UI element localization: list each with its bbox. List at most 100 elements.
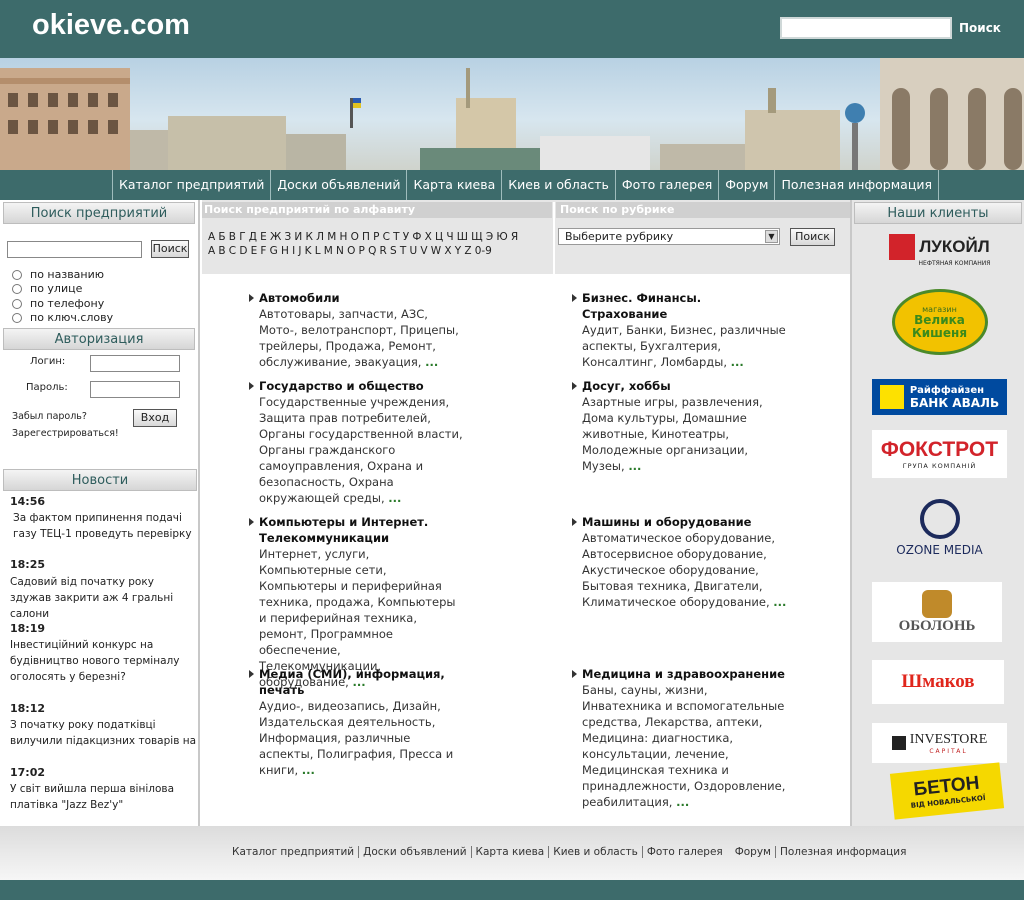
forgot-password-link[interactable]: Забыл пароль?: [12, 411, 87, 422]
nav-kiev-region[interactable]: Киев и область: [501, 170, 615, 200]
news-item[interactable]: Інвестиційний конкурс на будівництво нов…: [10, 637, 198, 685]
footer-link-ads[interactable]: Доски объявлений: [358, 846, 470, 858]
category-item[interactable]: Машины и оборудование Автоматическое обор…: [582, 514, 787, 610]
letter-link[interactable]: H: [281, 245, 289, 257]
letter-link[interactable]: W: [431, 245, 441, 257]
letter-link[interactable]: Ф: [412, 231, 421, 243]
letter-link[interactable]: Р: [373, 231, 379, 243]
nav-gallery[interactable]: Фото галерея: [614, 170, 718, 200]
rubric-search-button[interactable]: Поиск: [790, 228, 835, 246]
letter-link[interactable]: D: [239, 245, 247, 257]
site-logo[interactable]: okieve.com: [32, 9, 190, 42]
letter-link[interactable]: Z: [464, 245, 471, 257]
chevron-down-icon[interactable]: ▼: [765, 230, 778, 243]
footer-link-useful-info[interactable]: Полезная информация: [774, 846, 910, 858]
category-item[interactable]: Бизнес. Финансы. Страхование Аудит, Банки…: [582, 290, 787, 370]
category-item[interactable]: Государство и общество Государственные уч…: [259, 378, 464, 506]
nav-catalog[interactable]: Каталог предприятий: [112, 170, 270, 200]
news-item[interactable]: За фактом припинення подачі газу ТЕЦ-1 п…: [10, 510, 198, 542]
letter-link[interactable]: C: [229, 245, 236, 257]
login-field[interactable]: [90, 355, 180, 372]
radio-by-street[interactable]: по улице: [12, 282, 82, 295]
password-field[interactable]: [90, 381, 180, 398]
letter-link[interactable]: З: [285, 231, 292, 243]
footer-link-catalog[interactable]: Каталог предприятий: [228, 846, 358, 858]
letter-link[interactable]: О: [351, 231, 359, 243]
company-search-button[interactable]: Поиск: [151, 240, 189, 258]
letter-link[interactable]: G: [270, 245, 278, 257]
radio-circle-icon[interactable]: [12, 312, 22, 323]
letter-link[interactable]: L: [315, 245, 321, 257]
letter-link[interactable]: B: [218, 245, 225, 257]
radio-circle-icon[interactable]: [12, 283, 22, 294]
client-beton-logo[interactable]: БЕТОН ВІД НОВАЛЬСЬКОЇ: [889, 762, 1005, 820]
footer-link-gallery[interactable]: Фото галерея: [641, 846, 727, 858]
letter-link[interactable]: К: [305, 231, 312, 243]
news-item[interactable]: У світ вийшла перша вінілова платівка "J…: [10, 781, 198, 813]
company-search-input[interactable]: [7, 241, 142, 258]
letter-link[interactable]: У: [403, 231, 409, 243]
letter-link[interactable]: Ю: [496, 231, 507, 243]
client-foxtrot-logo[interactable]: ФОКСТРОТ ГРУПА КОМПАНІЙ: [872, 430, 1007, 478]
category-item[interactable]: Автомобили Автотовары, запчасти, АЗС, Мот…: [259, 290, 464, 370]
letter-link[interactable]: U: [409, 245, 417, 257]
top-search-button[interactable]: Поиск: [959, 21, 1001, 35]
letter-link[interactable]: R: [380, 245, 387, 257]
register-link[interactable]: Зарегестрироваться!: [12, 428, 119, 439]
letter-link[interactable]: T: [400, 245, 406, 257]
rubric-select[interactable]: Выберите рубрику ▼: [558, 228, 780, 245]
client-ozone-logo[interactable]: OZONE MEDIA: [872, 492, 1007, 564]
news-item[interactable]: Садовий від початку року здужав закрити …: [10, 574, 198, 622]
category-item[interactable]: Компьютеры и Интернет. Телекоммуникации И…: [259, 514, 464, 690]
letter-link[interactable]: Т: [393, 231, 399, 243]
letter-link[interactable]: Б: [218, 231, 225, 243]
letter-link[interactable]: M: [324, 245, 333, 257]
letter-link[interactable]: Ж: [270, 231, 281, 243]
letter-link[interactable]: Ш: [457, 231, 468, 243]
letter-link[interactable]: Э: [486, 231, 493, 243]
login-button[interactable]: Вход: [133, 409, 177, 427]
letter-link[interactable]: Q: [368, 245, 376, 257]
letter-link[interactable]: Д: [249, 231, 257, 243]
letter-link[interactable]: Я: [511, 231, 518, 243]
letter-link[interactable]: Е: [260, 231, 267, 243]
nav-ads[interactable]: Доски объявлений: [270, 170, 406, 200]
client-investore-logo[interactable]: INVESTORE CAPITAL: [872, 723, 1007, 763]
category-item[interactable]: Медицина и здравоохранение Баны, сауны, ж…: [582, 666, 787, 810]
nav-map[interactable]: Карта киева: [406, 170, 501, 200]
radio-circle-icon[interactable]: [12, 298, 22, 309]
nav-forum[interactable]: Форум: [718, 170, 774, 200]
letter-link[interactable]: Щ: [471, 231, 482, 243]
letter-link[interactable]: N: [336, 245, 344, 257]
letter-link[interactable]: А: [208, 231, 215, 243]
letter-link[interactable]: С: [383, 231, 390, 243]
letter-link[interactable]: В: [229, 231, 236, 243]
letter-link[interactable]: Ч: [446, 231, 453, 243]
letter-link[interactable]: Ц: [435, 231, 443, 243]
letter-link[interactable]: Л: [316, 231, 324, 243]
letter-link[interactable]: K: [305, 245, 312, 257]
client-obolon-logo[interactable]: ОБОЛОНЬ: [872, 582, 1002, 642]
category-item[interactable]: Досуг, хоббы Азартные игры, развлечения, …: [582, 378, 787, 474]
letter-link[interactable]: O: [347, 245, 355, 257]
letter-link[interactable]: J: [298, 245, 301, 257]
letter-link[interactable]: Н: [339, 231, 347, 243]
letter-link[interactable]: F: [260, 245, 266, 257]
footer-link-kiev-region[interactable]: Киев и область: [548, 846, 642, 858]
letter-link[interactable]: V: [420, 245, 427, 257]
client-aval-logo[interactable]: Райффайзен БАНК АВАЛЬ: [872, 379, 1007, 415]
letter-link[interactable]: П: [362, 231, 370, 243]
letter-link[interactable]: И: [294, 231, 302, 243]
category-item[interactable]: Медиа (СМИ), информация, печать Аудио-, в…: [259, 666, 464, 778]
letter-link[interactable]: I: [292, 245, 295, 257]
footer-link-forum[interactable]: Форум: [727, 846, 775, 858]
letter-link[interactable]: Г: [239, 231, 245, 243]
letter-link[interactable]: Х: [425, 231, 432, 243]
radio-by-name[interactable]: по названию: [12, 268, 104, 281]
radio-by-phone[interactable]: по телефону: [12, 297, 104, 310]
client-kishenya-logo[interactable]: магазин Велика Кишеня: [872, 286, 1007, 358]
letter-link[interactable]: E: [251, 245, 258, 257]
letter-link[interactable]: S: [390, 245, 397, 257]
footer-link-map[interactable]: Карта киева: [470, 846, 549, 858]
radio-by-keyword[interactable]: по ключ.слову: [12, 311, 113, 324]
